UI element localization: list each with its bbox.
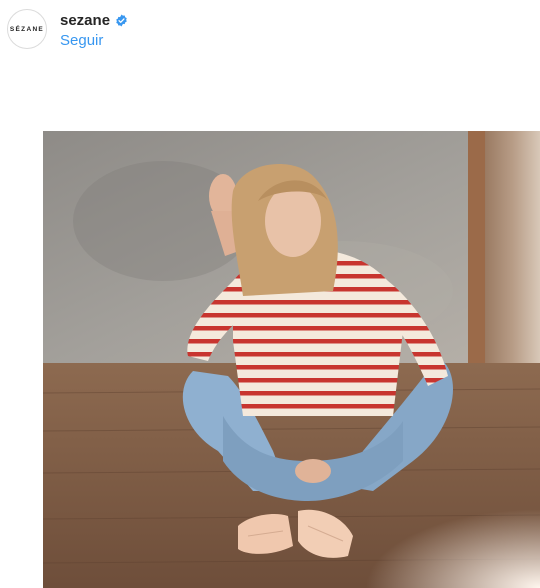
avatar[interactable]: SÉZANE	[7, 9, 47, 49]
username-link[interactable]: sezane	[60, 12, 110, 29]
follow-button[interactable]: Seguir	[60, 32, 103, 49]
post-image[interactable]	[43, 131, 540, 588]
avatar-logo-text: SÉZANE	[9, 25, 45, 33]
post-photo-illustration	[43, 131, 540, 588]
username-row: sezane	[60, 12, 128, 29]
post-header: SÉZANE sezane Seguir	[0, 0, 540, 70]
verified-badge-icon	[115, 14, 128, 27]
